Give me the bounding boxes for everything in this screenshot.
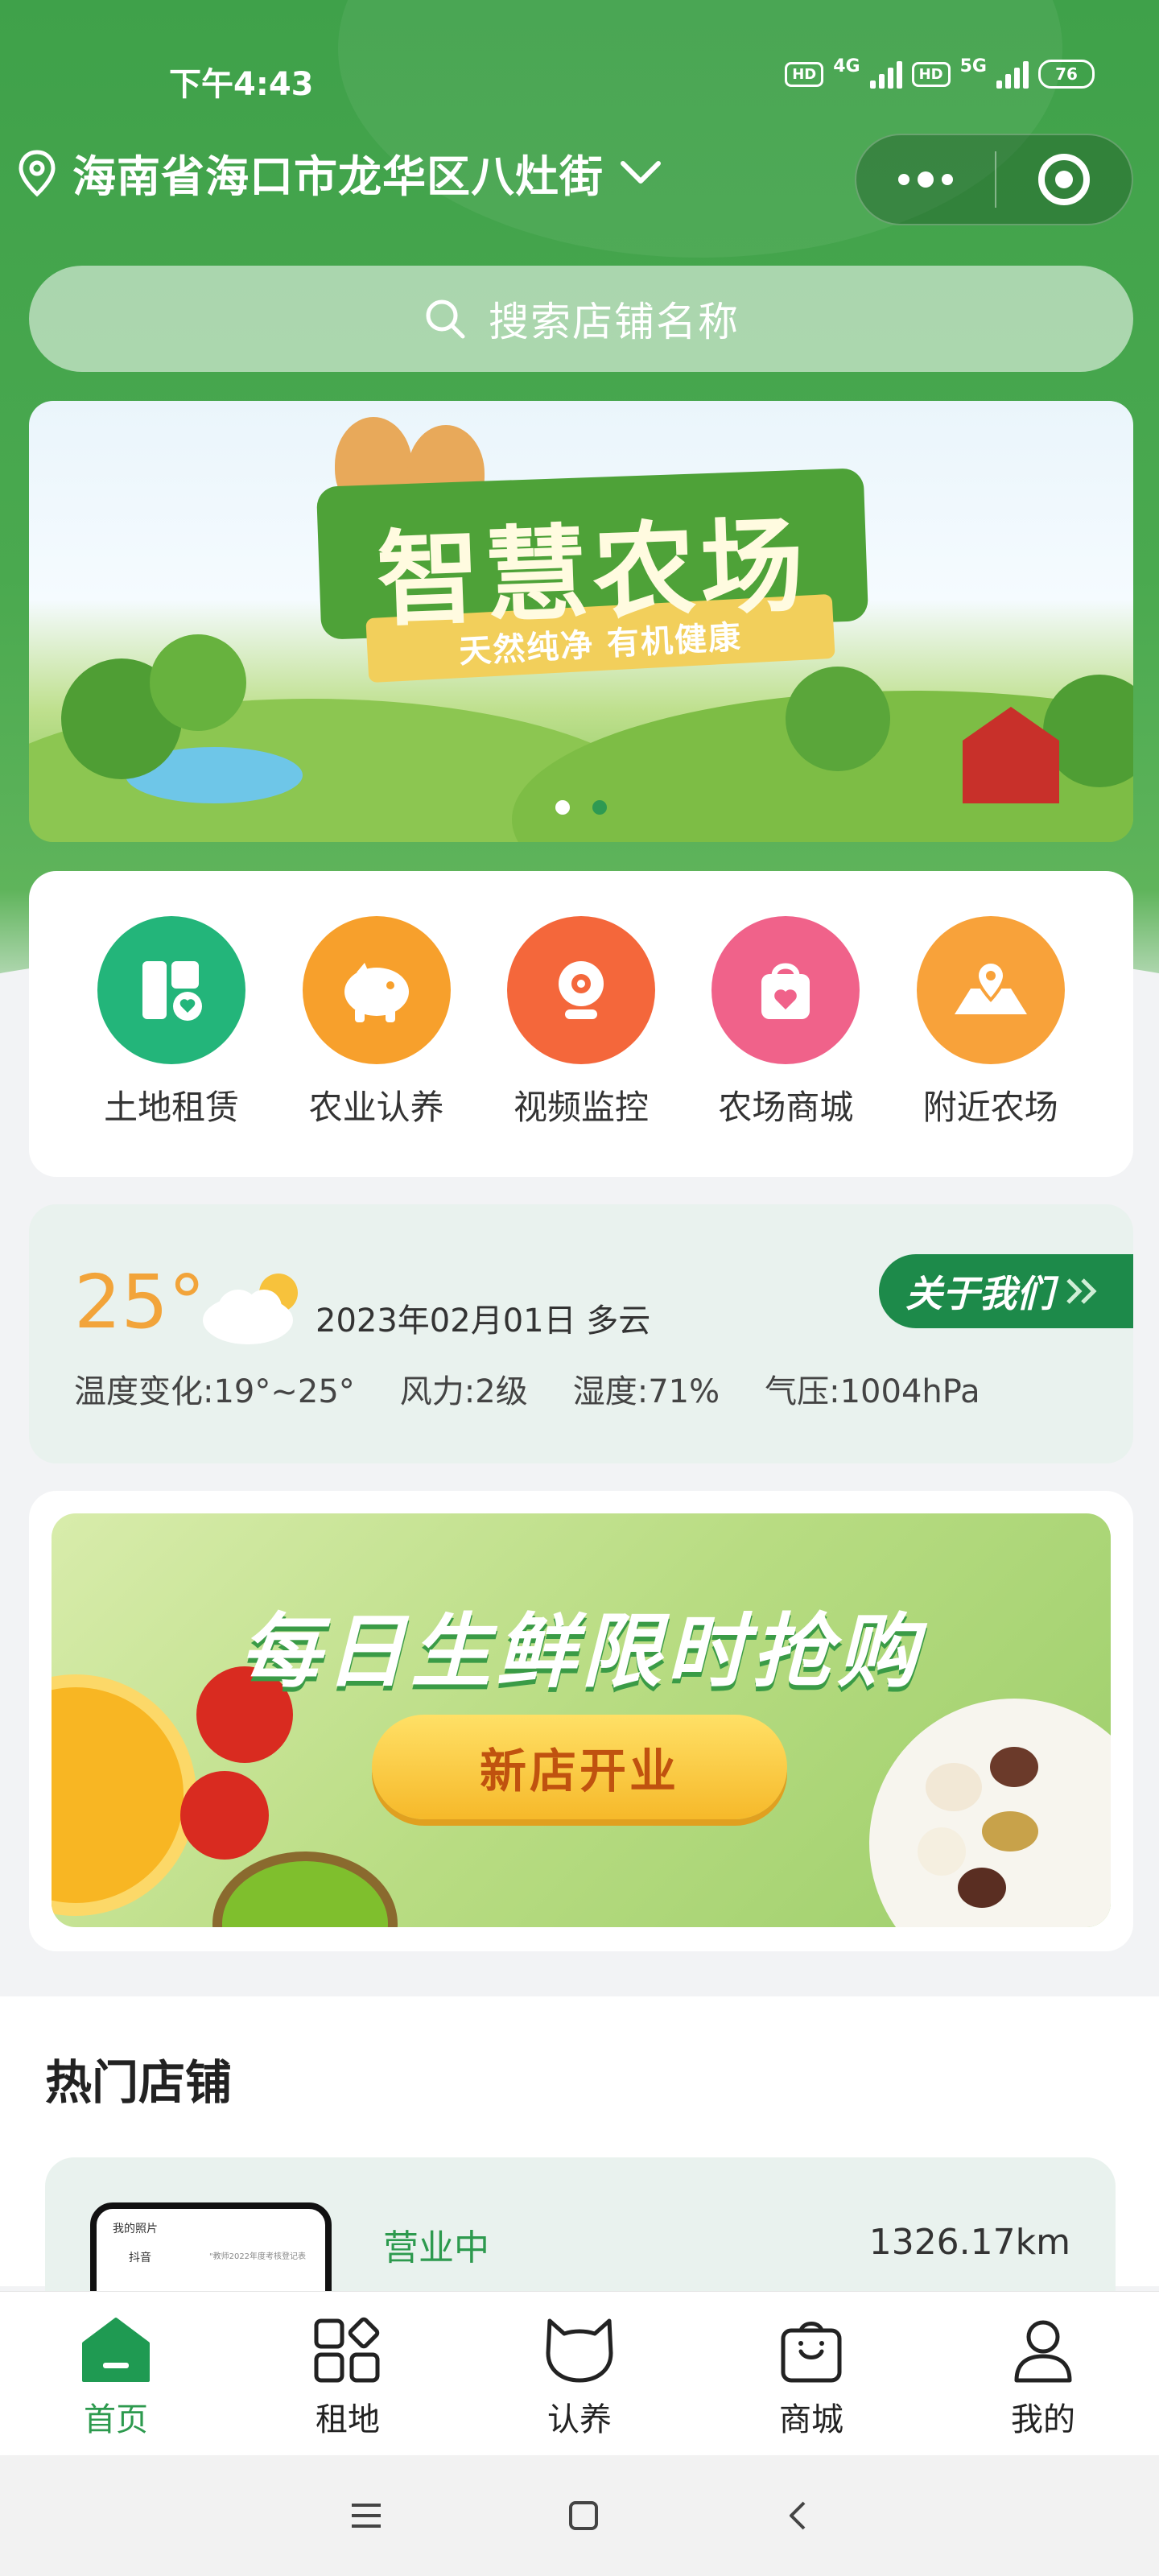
tab-label: 租地 [316,2401,380,2438]
quick-label: 附近农场 [922,1088,1058,1127]
promo-card: 每日生鲜限时抢购 新店开业 [29,1491,1133,1951]
temp-range: 温度变化:19°~25° [74,1373,355,1410]
tab-land[interactable]: 租地 [232,2292,464,2455]
location-selector[interactable]: 海南省海口市龙华区八灶街 [16,141,663,204]
home-square-icon[interactable] [568,2500,599,2531]
quick-item-land-lease[interactable]: 土地租赁 [91,916,252,1177]
carousel-dot [555,800,570,815]
double-chevron-right-icon [1066,1278,1097,1304]
close-miniprogram-button[interactable] [996,154,1132,205]
user-icon [1014,2320,1072,2383]
shopping-bag-heart-icon [711,916,860,1064]
quick-item-mall[interactable]: 农场商城 [705,916,866,1177]
map-pin-icon [916,916,1065,1064]
quick-label: 农业认养 [308,1088,444,1127]
tab-label: 认养 [547,2401,612,2438]
more-dot-icon [898,174,909,185]
search-icon [426,299,465,339]
piggy-icon [302,916,451,1064]
bag-icon [781,2322,842,2383]
new-store-button[interactable]: 新店开业 [372,1715,787,1819]
tab-mine[interactable]: 我的 [927,2292,1159,2455]
humidity: 湿度:71% [572,1373,720,1410]
tab-adopt[interactable]: 认养 [464,2292,695,2455]
search-placeholder: 搜索店铺名称 [489,299,740,345]
battery-icon: 76 [1038,60,1095,89]
status-time: 下午4:43 [169,66,314,103]
camera-icon [506,916,655,1064]
quick-item-video[interactable]: 视频监控 [501,916,662,1177]
tomato-illustration [180,1771,269,1860]
grid-icon [314,2317,380,2383]
banner-carousel[interactable]: 智慧农场 天然纯净 有机健康 [29,401,1133,842]
weather-details: 温度变化:19°~25° 风力:2级 湿度:71% 气压:1004hPa [74,1365,980,1412]
about-us-label: 关于我们 [905,1272,1054,1315]
quick-label: 农场商城 [718,1088,854,1127]
miniprogram-capsule [855,134,1133,225]
carousel-indicator [29,800,1133,815]
cat-icon [546,2318,613,2383]
tab-label: 首页 [84,2401,148,2438]
tab-home[interactable]: 首页 [0,2292,232,2455]
land-lease-icon [97,916,246,1064]
wind: 风力:2级 [399,1373,528,1410]
status-bar: 下午4:43 HD 4G HD 5G 76 [0,48,1159,113]
more-dot-icon [918,171,934,188]
carousel-dot-active [592,800,607,815]
weather-card: 25° 2023年02月01日 多云 温度变化:19°~25° 风力:2级 湿度… [29,1204,1133,1463]
network-type: 5G [959,56,987,76]
section-title: 热门店铺 [45,2055,233,2110]
promo-banner[interactable]: 每日生鲜限时抢购 新店开业 [52,1513,1111,1927]
location-pin-icon [19,149,56,196]
tab-label: 商城 [779,2401,843,2438]
quick-label: 土地租赁 [104,1088,240,1127]
back-icon[interactable] [785,2500,809,2532]
pressure: 气压:1004hPa [765,1373,980,1410]
quick-item-nearby[interactable]: 附近农场 [910,916,1071,1177]
store-distance: 1326.17km [868,2222,1070,2263]
more-dot-icon [942,174,953,185]
orange-illustration [52,1674,196,1916]
partly-cloudy-icon [203,1274,298,1344]
promo-title: 每日生鲜限时抢购 [240,1604,922,1699]
bottom-tab-bar: 首页 租地 认养 商城 我的 [0,2291,1159,2455]
kiwi-illustration [212,1852,398,1927]
hd-badge: HD [911,61,951,87]
location-text: 海南省海口市龙华区八灶街 [72,151,604,202]
search-input[interactable]: 搜索店铺名称 [29,266,1133,372]
tab-label: 我的 [1011,2401,1075,2438]
target-icon [1038,154,1090,205]
store-status: 营业中 [383,2227,489,2268]
more-button[interactable] [856,135,995,224]
signal-icon [996,60,1029,89]
signal-icon [869,60,902,89]
system-navigation-bar [0,2455,1159,2576]
home-icon [82,2318,150,2382]
quick-menu: 土地租赁 农业认养 视频监控 农场商城 附近农场 [29,871,1133,1177]
chevron-down-icon [621,160,661,184]
quick-label: 视频监控 [513,1088,649,1127]
hd-badge: HD [785,61,824,87]
weather-date: 2023年02月01日 多云 [316,1302,651,1340]
nut-bowl-illustration [869,1699,1111,1927]
network-type: 4G [833,56,860,76]
about-us-button[interactable]: 关于我们 [879,1254,1133,1328]
quick-item-adoption[interactable]: 农业认养 [296,916,457,1177]
temperature: 25° [74,1259,206,1345]
menu-icon[interactable] [350,2502,382,2529]
hot-stores-section: 热门店铺 我的照片 抖音 "教师2022年度考核登记表 营业中 1326.17k… [0,1996,1159,2318]
tab-mall[interactable]: 商城 [695,2292,927,2455]
